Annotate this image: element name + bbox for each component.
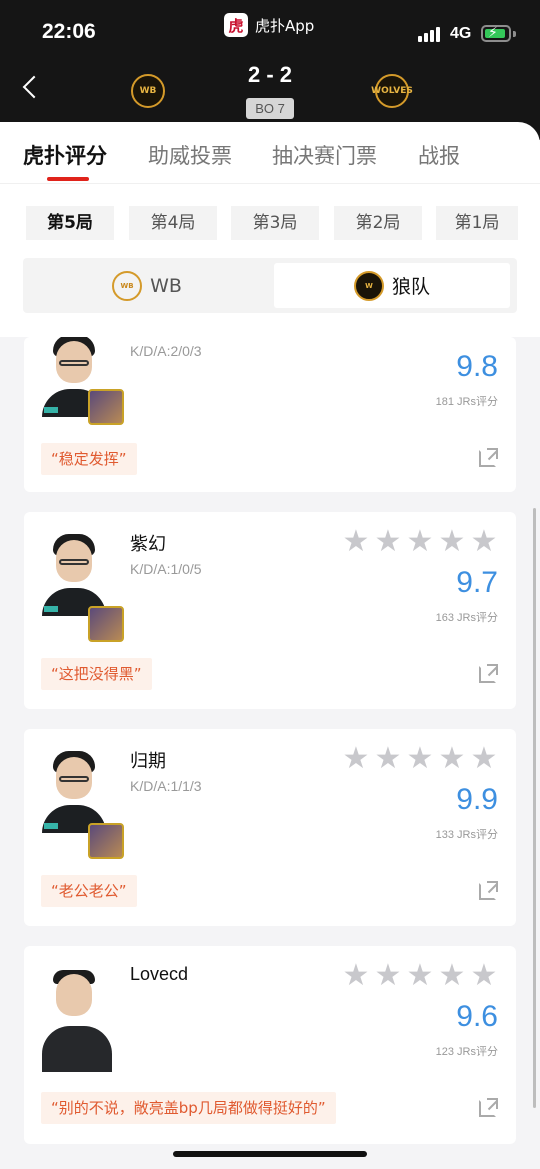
scrollbar[interactable] — [533, 508, 536, 1108]
match-score: 2 - 2 — [247, 62, 293, 87]
app-name: 虎扑App — [255, 16, 315, 35]
player-rating: 9.6 — [456, 1000, 498, 1033]
rating-count: 123 JRs评分 — [435, 1046, 498, 1058]
star-icon[interactable]: ★ — [438, 744, 466, 774]
player-card[interactable]: K/D/A:2/0/3 9.8 181 JRs评分 “稳定发挥” — [24, 337, 516, 492]
star-icon[interactable]: ★ — [406, 961, 434, 991]
star-icon[interactable]: ★ — [470, 744, 498, 774]
player-name: Lovecd — [130, 964, 189, 984]
player-card[interactable]: 归期 K/D/A:1/1/3 ★ ★ ★ ★ ★ 9.9 133 JRs评分 “老公老公… — [24, 729, 516, 926]
player-rating: 9.8 — [456, 350, 498, 383]
star-rating-input[interactable]: ★ ★ ★ ★ ★ — [342, 961, 502, 991]
wb-logo-icon: WB — [112, 270, 143, 301]
star-icon[interactable]: ★ — [342, 744, 370, 774]
share-icon[interactable] — [479, 664, 498, 683]
player-photo — [42, 966, 112, 1072]
tab-hupu-rating[interactable]: 虎扑评分 — [23, 140, 107, 170]
top-comment[interactable]: “别的不说，敞亮盖bp几局都做得挺好的” — [41, 1092, 336, 1124]
star-icon[interactable]: ★ — [374, 527, 402, 557]
star-icon[interactable]: ★ — [438, 961, 466, 991]
tab-final-tickets[interactable]: 抽决赛门票 — [272, 140, 377, 170]
hero-avatar — [88, 606, 124, 642]
network-label: 4G — [450, 25, 472, 42]
home-team-logo[interactable]: WB — [131, 74, 165, 108]
star-icon[interactable]: ★ — [470, 961, 498, 991]
app-indicator[interactable]: 虎 虎扑App — [224, 12, 314, 38]
team-option-wb[interactable]: WB WB — [29, 263, 265, 308]
player-card[interactable]: 紫幻 K/D/A:1/0/5 ★ ★ ★ ★ ★ 9.7 163 JRs评分 “这把没得… — [24, 512, 516, 709]
content-panel: 虎扑评分 助威投票 抽决赛门票 战报 第5局 第4局 第3局 第2局 第1局 W… — [0, 122, 540, 337]
status-time: 22:06 — [42, 20, 96, 43]
player-card[interactable]: Lovecd ★ ★ ★ ★ ★ 9.6 123 JRs评分 “别的不说，敞亮盖bp几局… — [24, 946, 516, 1144]
active-tab-indicator — [47, 177, 89, 181]
team-label: WB — [150, 274, 182, 297]
rating-count: 163 JRs评分 — [435, 612, 498, 624]
star-rating-input[interactable]: ★ ★ ★ ★ ★ — [342, 744, 502, 774]
star-icon[interactable]: ★ — [342, 527, 370, 557]
home-indicator[interactable] — [173, 1151, 367, 1157]
hupu-app-icon: 虎 — [224, 13, 248, 37]
top-comment[interactable]: “老公老公” — [41, 875, 137, 907]
game-3-button[interactable]: 第3局 — [231, 206, 319, 240]
wolves-logo-icon: W — [353, 270, 384, 301]
player-kda: K/D/A:1/0/5 — [130, 561, 202, 577]
player-name: 紫幻 — [130, 534, 166, 555]
player-rating: 9.7 — [456, 566, 498, 599]
player-name: 归期 — [130, 751, 166, 772]
share-icon[interactable] — [479, 881, 498, 900]
team-toggle: WB WB W 狼队 — [23, 258, 517, 313]
rating-count: 181 JRs评分 — [435, 396, 498, 408]
game-1-button[interactable]: 第1局 — [436, 206, 518, 240]
top-comment[interactable]: “这把没得黑” — [41, 658, 152, 690]
team-label: 狼队 — [391, 276, 430, 298]
player-rating: 9.9 — [456, 783, 498, 816]
game-4-button[interactable]: 第4局 — [129, 206, 217, 240]
player-photo — [42, 532, 106, 616]
star-icon[interactable]: ★ — [470, 527, 498, 557]
star-icon[interactable]: ★ — [374, 744, 402, 774]
hero-avatar — [88, 823, 124, 859]
tab-cheer-vote[interactable]: 助威投票 — [148, 140, 232, 170]
signal-icon — [418, 27, 440, 42]
battery-icon: ⚡ — [481, 25, 511, 42]
player-photo — [42, 749, 106, 833]
share-icon[interactable] — [479, 1098, 498, 1117]
tab-bar: 虎扑评分 助威投票 抽决赛门票 战报 — [0, 122, 540, 184]
game-2-button[interactable]: 第2局 — [334, 206, 422, 240]
tab-match-report[interactable]: 战报 — [418, 140, 460, 170]
away-team-logo[interactable]: WOLVES — [371, 74, 413, 108]
game-5-button[interactable]: 第5局 — [26, 206, 114, 240]
rating-count: 133 JRs评分 — [435, 829, 498, 841]
star-icon[interactable]: ★ — [406, 527, 434, 557]
team-option-wolves[interactable]: W 狼队 — [274, 263, 510, 308]
top-comment[interactable]: “稳定发挥” — [41, 443, 137, 475]
back-icon[interactable] — [22, 75, 46, 99]
star-icon[interactable]: ★ — [342, 961, 370, 991]
player-kda: K/D/A:2/0/3 — [130, 343, 202, 359]
star-icon[interactable]: ★ — [438, 527, 466, 557]
star-icon[interactable]: ★ — [374, 961, 402, 991]
star-rating-input[interactable]: ★ ★ ★ ★ ★ — [342, 527, 502, 557]
hero-avatar — [88, 389, 124, 425]
star-icon[interactable]: ★ — [406, 744, 434, 774]
player-kda: K/D/A:1/1/3 — [130, 778, 202, 794]
game-selector: 第5局 第4局 第3局 第2局 第1局 — [0, 206, 540, 240]
match-format-badge: BO 7 — [246, 98, 294, 119]
match-header: 22:06 虎 虎扑App 4G ⚡ WB 2 - 2 BO 7 WOLVES — [0, 0, 540, 140]
share-icon[interactable] — [479, 448, 498, 467]
